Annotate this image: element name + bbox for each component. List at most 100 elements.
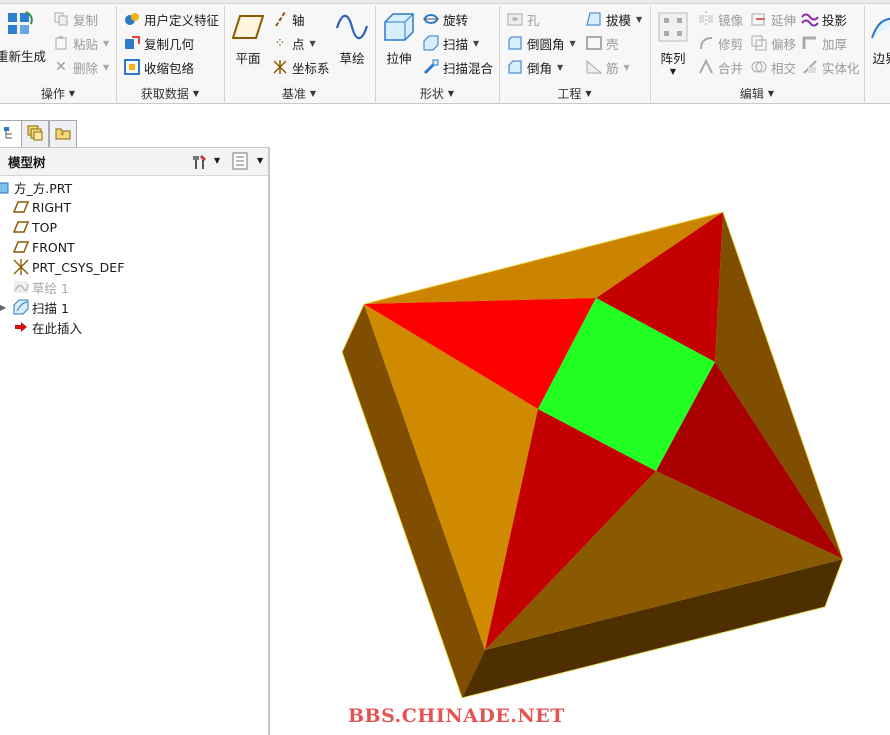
axis-button[interactable]: 轴 (271, 9, 305, 29)
hole-label: 孔 (527, 12, 540, 28)
tree-item-label: TOP (32, 219, 58, 235)
solidify-button[interactable]: 实体化 (801, 57, 860, 77)
tree-show-icon[interactable] (232, 152, 248, 173)
sweep-icon (422, 34, 440, 52)
chevron-down-icon[interactable]: ▼ (670, 67, 676, 76)
user-defined-feature-button[interactable]: 用户定义特征 (123, 9, 219, 29)
group-label-editing[interactable]: 编辑 ▼ (650, 84, 864, 102)
point-button[interactable]: ⁘ 点 ▼ (271, 33, 316, 53)
rib-label: 筋 (606, 60, 619, 76)
tree-item-label: 在此插入 (32, 320, 83, 336)
merge-icon (697, 58, 715, 76)
merge-label: 合并 (718, 60, 744, 76)
extend-icon (750, 10, 768, 28)
chevron-down-icon: ▼ (68, 88, 76, 98)
csys-icon (271, 58, 289, 76)
boundary-blend-button[interactable]: 边界 (870, 10, 890, 67)
draft-button[interactable]: 拔模 ▼ (585, 9, 642, 29)
chamfer-label: 倒角 (527, 60, 553, 76)
chevron-down-icon[interactable]: ▼ (310, 39, 316, 48)
copy-geometry-button[interactable]: 复制几何 (123, 33, 194, 53)
chevron-down-icon[interactable]: ▼ (557, 63, 563, 72)
tree-item-top[interactable]: TOP (12, 217, 57, 237)
copy-button[interactable]: 复制 (52, 9, 98, 29)
copy-geometry-icon (123, 34, 141, 52)
hole-button[interactable]: 孔 (506, 9, 540, 29)
chevron-down-icon[interactable]: ▼ (214, 156, 220, 165)
shrinkwrap-button[interactable]: 收缩包络 (123, 57, 194, 77)
tree-item-front[interactable]: FRONT (12, 237, 75, 257)
intersect-button[interactable]: 相交 (750, 57, 796, 77)
copy-label: 复制 (73, 12, 99, 28)
group-label-engineering[interactable]: 工程 ▼ (499, 84, 650, 102)
plane-button[interactable]: 平面 (230, 10, 266, 67)
round-button[interactable]: 倒圆角 ▼ (506, 33, 576, 53)
draft-label: 拔模 (606, 12, 632, 28)
tree-item-sweep[interactable]: ▶ 扫描 1 (0, 297, 69, 317)
tab-favorites[interactable]: * (49, 120, 77, 147)
trim-button[interactable]: 修剪 (697, 33, 743, 53)
group-label-text: 编辑 (739, 86, 764, 101)
graphics-viewport[interactable]: BBS.CHINADE.NET (272, 148, 890, 735)
delete-button[interactable]: ✕ 删除 ▼ (52, 57, 109, 77)
tree-item-insert-here[interactable]: 在此插入 (12, 317, 82, 337)
sketch-button[interactable]: 草绘 (334, 10, 370, 67)
chevron-down-icon[interactable]: ▼ (636, 15, 642, 24)
pattern-button[interactable]: 阵列 ▼ (656, 10, 690, 76)
sweep-button[interactable]: 扫描 ▼ (422, 33, 479, 53)
copy-icon (52, 10, 70, 28)
revolve-button[interactable]: 旋转 (422, 9, 468, 29)
tree-settings-icon[interactable] (190, 153, 210, 174)
hole-icon (506, 10, 524, 28)
tree-item-sketch[interactable]: 草绘 1 (12, 277, 69, 297)
chevron-down-icon[interactable]: ▼ (473, 39, 479, 48)
rib-button[interactable]: 筋 ▼ (585, 57, 630, 77)
regenerate-button[interactable]: 重新生成 (0, 8, 52, 65)
sweep-icon (12, 299, 30, 315)
group-label-text: 获取数据 (140, 86, 189, 101)
mirror-button[interactable]: 镜像 (697, 9, 743, 29)
extrude-button[interactable]: 拉伸 (381, 10, 417, 67)
group-label-shapes[interactable]: 形状 ▼ (375, 84, 499, 102)
tree-item-label: RIGHT (32, 199, 72, 215)
group-label-get-data[interactable]: 获取数据 ▼ (116, 84, 224, 102)
project-button[interactable]: 投影 (801, 9, 847, 29)
chevron-down-icon[interactable]: ▼ (103, 63, 109, 72)
extend-button[interactable]: 延伸 (750, 9, 796, 29)
tree-item-part[interactable]: 方_方.PRT (0, 177, 72, 197)
revolve-label: 旋转 (443, 12, 469, 28)
tab-layers[interactable] (21, 120, 49, 147)
shell-button[interactable]: 壳 (585, 33, 619, 53)
tree-item-label: 方_方.PRT (14, 180, 73, 196)
swept-blend-label: 扫描混合 (443, 60, 494, 76)
group-label-datum[interactable]: 基准 ▼ (224, 84, 374, 102)
offset-label: 偏移 (771, 36, 797, 52)
chevron-down-icon[interactable]: ▼ (570, 39, 576, 48)
chevron-down-icon[interactable]: ▼ (257, 156, 263, 165)
tree-item-label: 扫描 1 (32, 300, 69, 316)
group-label-operations[interactable]: 操作 ▼ (0, 84, 116, 102)
swept-blend-button[interactable]: 扫描混合 (422, 57, 493, 77)
extrude-icon (382, 10, 416, 44)
round-icon (506, 34, 524, 52)
thicken-button[interactable]: 加厚 (801, 33, 847, 53)
folder-star-icon: * (55, 126, 71, 143)
expand-arrow-icon[interactable]: ▶ (0, 303, 12, 312)
ribbon: 重新生成 复制 粘贴 ▼ ✕ 删除 ▼ 操作 ▼ 用户定义特征 复制几何 收缩包络… (0, 0, 890, 104)
model-3d-view[interactable] (272, 148, 890, 735)
datum-plane-icon (231, 10, 265, 44)
chevron-down-icon[interactable]: ▼ (624, 63, 630, 72)
paste-button[interactable]: 粘贴 ▼ (52, 33, 109, 53)
offset-button[interactable]: 偏移 (750, 33, 796, 53)
chamfer-button[interactable]: 倒角 ▼ (506, 57, 563, 77)
sketch-label: 草绘 (339, 51, 365, 66)
regenerate-icon (4, 8, 38, 42)
csys-button[interactable]: 坐标系 (271, 57, 330, 77)
model-tree-icon (3, 126, 17, 143)
part-icon (0, 179, 12, 195)
tree-item-right[interactable]: RIGHT (12, 197, 71, 217)
tree-item-csys[interactable]: PRT_CSYS_DEF (12, 257, 124, 277)
datum-plane-icon (12, 219, 30, 235)
merge-button[interactable]: 合并 (697, 57, 743, 77)
chevron-down-icon[interactable]: ▼ (103, 39, 109, 48)
